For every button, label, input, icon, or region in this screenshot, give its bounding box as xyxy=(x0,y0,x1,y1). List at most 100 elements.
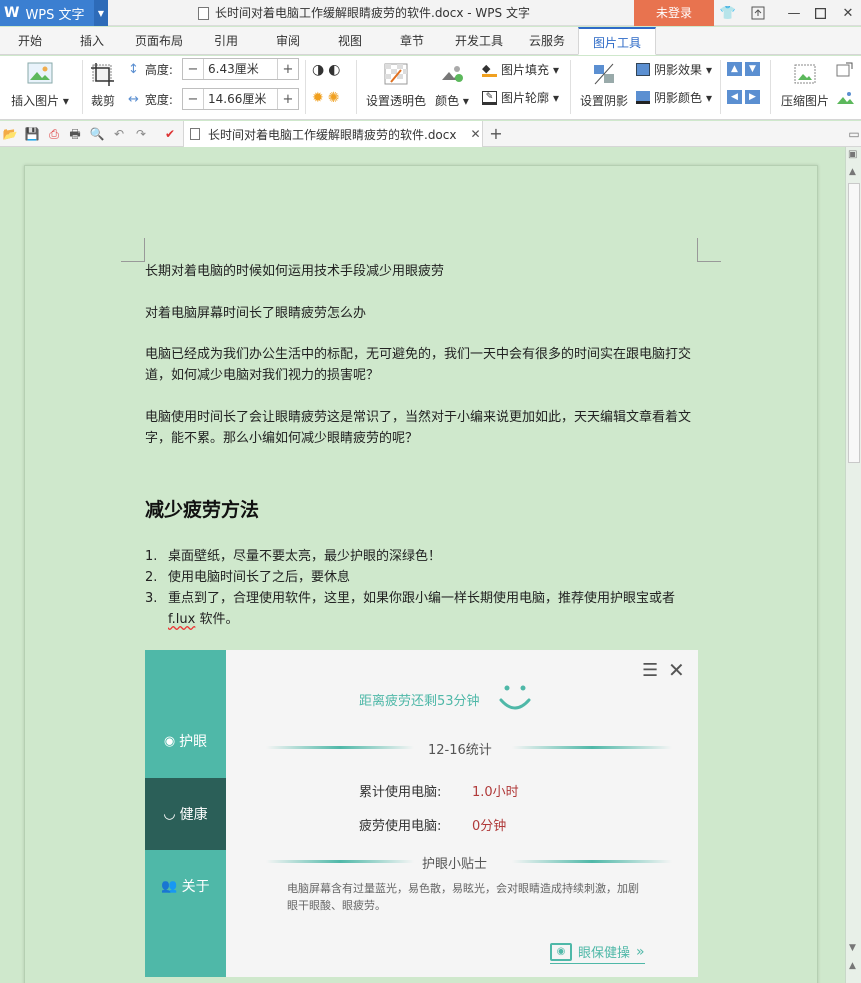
chevron-down-icon[interactable]: ▼ xyxy=(94,0,108,26)
nudge-shadow-right-icon[interactable]: ▶ xyxy=(745,90,760,104)
maximize-icon[interactable] xyxy=(808,0,832,26)
minus-icon[interactable]: − xyxy=(183,62,203,77)
app-sidebar: ◉ 护眼 ◡ 健康 👥 关于 xyxy=(145,650,226,977)
color-button[interactable]: 颜色 ▾ xyxy=(434,62,470,109)
width-stepper[interactable]: − 14.66厘米 + xyxy=(182,88,299,110)
insert-picture-button[interactable]: 插入图片 ▾ xyxy=(10,62,70,109)
close-tab-icon[interactable]: ✕ xyxy=(470,127,480,141)
tab-sections[interactable]: 章节 xyxy=(390,27,434,55)
nudge-shadow-left-icon[interactable]: ◀ xyxy=(727,90,742,104)
minus-icon[interactable]: − xyxy=(183,92,203,107)
brightness-decrease-icon[interactable]: ✺ xyxy=(328,90,340,106)
section-heading[interactable]: 减少疲劳方法 xyxy=(145,495,259,522)
document-area[interactable]: 长期对着电脑的时候如何运用技术手段减少用眼疲劳 对着电脑屏幕时间长了眼睛疲劳怎么… xyxy=(0,147,845,983)
tab-review[interactable]: 审阅 xyxy=(266,27,310,55)
export-pdf-icon[interactable]: ⎙ xyxy=(46,126,62,142)
open-folder-icon[interactable]: 📂 xyxy=(2,126,18,142)
paragraph[interactable]: 电脑已经成为我们办公生活中的标配，无可避免的，我们一天中会有很多的时间实在跟电脑… xyxy=(145,344,701,386)
app-main-panel: ☰ ✕ 距离疲劳还剩53分钟 12-16统计 累计使用电脑: 1.0小时 疲劳使… xyxy=(226,650,698,977)
divider xyxy=(570,60,571,114)
height-stepper[interactable]: − 6.43厘米 + xyxy=(182,58,299,80)
tab-cloud[interactable]: 云服务 xyxy=(522,27,572,55)
list-item[interactable]: 3. 重点到了，合理使用软件，这里，如果你跟小编一样长期使用电脑，推荐使用护眼宝… xyxy=(145,588,705,630)
tab-references[interactable]: 引用 xyxy=(204,27,248,55)
redo-icon[interactable]: ↷ xyxy=(133,126,149,142)
app-menu-button[interactable]: W WPS 文字 ▼ xyxy=(0,0,108,26)
document-tab-title: 长时间对着电脑工作缓解眼睛疲劳的软件.docx xyxy=(208,127,457,142)
tab-page-layout[interactable]: 页面布局 xyxy=(128,27,190,55)
sidebar-item-eye-care: ◉ 护眼 xyxy=(145,705,226,777)
compress-picture-label: 压缩图片 xyxy=(780,94,829,108)
paragraph[interactable]: 电脑使用时间长了会让眼睛疲劳这是常识了，当然对于小编来说更加如此，天天编辑文章看… xyxy=(145,407,701,449)
scroll-up-icon[interactable]: ▲ xyxy=(849,167,856,177)
embedded-picture[interactable]: ◉ 护眼 ◡ 健康 👥 关于 ☰ ✕ 距离疲劳还剩53分钟 12-16统计 累计… xyxy=(145,650,698,977)
shadow-nudge-up: ▲ ▼ xyxy=(727,62,760,76)
calendar-icon: ◉ xyxy=(550,942,572,961)
list-item[interactable]: 2. 使用电脑时间长了之后，要休息 xyxy=(145,567,705,588)
nudge-shadow-up-icon[interactable]: ▲ xyxy=(727,62,742,76)
list-number: 2. xyxy=(145,570,158,585)
picture-icon xyxy=(27,62,53,84)
cumulative-value: 1.0小时 xyxy=(472,785,519,800)
height-input[interactable]: 6.43厘米 xyxy=(203,59,278,79)
picture-fill-button[interactable]: ◆ 图片填充 ▾ xyxy=(482,61,559,78)
new-tab-icon[interactable]: + xyxy=(488,126,504,142)
nudge-shadow-down-icon[interactable]: ▼ xyxy=(745,62,760,76)
stats-title: 12-16统计 xyxy=(428,743,492,758)
rotate-picture-icon[interactable] xyxy=(836,62,854,78)
compress-picture-button[interactable]: 压缩图片 xyxy=(778,62,832,109)
tab-picture-tools[interactable]: 图片工具 xyxy=(578,27,656,55)
tab-options-icon[interactable]: ▭ xyxy=(846,126,861,142)
smile-icon xyxy=(499,685,531,710)
undo-icon[interactable]: ↶ xyxy=(111,126,127,142)
shadow-effect-button[interactable]: 阴影效果 ▾ xyxy=(636,61,712,78)
divider xyxy=(720,60,721,114)
tab-view[interactable]: 视图 xyxy=(328,27,372,55)
save-icon[interactable]: 💾 xyxy=(24,126,40,142)
paragraph[interactable]: 长期对着电脑的时候如何运用技术手段减少用眼疲劳 xyxy=(145,261,701,282)
list-number: 1. xyxy=(145,549,158,564)
outline-pen-icon: ✎ xyxy=(482,90,497,105)
list-item[interactable]: 1. 桌面壁纸，尽量不要太亮，最少护眼的深绿色！ xyxy=(145,546,705,567)
contrast-decrease-icon[interactable]: ◐ xyxy=(328,62,340,78)
skin-icon[interactable]: 👕 xyxy=(716,0,740,26)
tab-developer[interactable]: 开发工具 xyxy=(448,27,510,55)
plus-icon[interactable]: + xyxy=(278,62,298,77)
shadow-color-button[interactable]: 阴影颜色 ▾ xyxy=(636,89,712,106)
crop-button[interactable]: 裁剪 xyxy=(88,62,118,109)
plus-icon[interactable]: + xyxy=(278,92,298,107)
brightness-buttons: ✹ ✺ xyxy=(312,90,339,106)
upload-icon[interactable] xyxy=(746,0,770,26)
page[interactable]: 长期对着电脑的时候如何运用技术手段减少用眼疲劳 对着电脑屏幕时间长了眼睛疲劳怎么… xyxy=(24,165,818,983)
set-transparent-button[interactable]: 设置透明色 xyxy=(364,62,428,109)
contrast-increase-icon[interactable]: ◑ xyxy=(312,62,324,78)
brightness-increase-icon[interactable]: ✹ xyxy=(312,90,324,106)
sidebar-item-about: 👥 关于 xyxy=(145,850,226,922)
tab-home[interactable]: 开始 xyxy=(8,27,52,55)
width-input[interactable]: 14.66厘米 xyxy=(203,89,278,109)
previous-page-icon[interactable]: ▲ xyxy=(849,961,856,971)
scroll-down-icon[interactable]: ▼ xyxy=(849,943,856,953)
sidebar-item-label: 关于 xyxy=(181,879,210,895)
vertical-scrollbar[interactable]: ▣ ▲ ▼ ▲ xyxy=(845,147,861,983)
minimize-icon[interactable]: — xyxy=(782,0,806,26)
set-shadow-button[interactable]: 设置阴影 xyxy=(578,62,630,109)
paragraph[interactable]: 对着电脑屏幕时间长了眼睛疲劳怎么办 xyxy=(145,303,701,324)
close-icon[interactable]: ✕ xyxy=(836,0,860,26)
height-row: ↕ 高度: xyxy=(128,61,173,78)
sidebar-item-health: ◡ 健康 xyxy=(145,778,226,850)
tab-insert[interactable]: 插入 xyxy=(70,27,114,55)
crop-mark xyxy=(121,238,145,262)
compress-icon xyxy=(794,64,816,84)
print-preview-icon[interactable]: 🔍 xyxy=(89,126,105,142)
reset-picture-icon[interactable] xyxy=(836,90,854,106)
print-icon[interactable]: 🖶 xyxy=(67,126,83,142)
customize-quick-access-icon[interactable]: ✔ xyxy=(162,126,178,142)
picture-outline-button[interactable]: ✎ 图片轮廓 ▾ xyxy=(482,89,559,106)
document-tab[interactable]: 长时间对着电脑工作缓解眼睛疲劳的软件.docx ✕ xyxy=(183,121,483,147)
scrollbar-thumb[interactable] xyxy=(848,183,860,463)
ruler-toggle-icon[interactable]: ▣ xyxy=(848,149,857,160)
login-button[interactable]: 未登录 xyxy=(634,0,714,26)
divider xyxy=(82,60,83,114)
smile-icon: ◡ xyxy=(163,806,176,822)
